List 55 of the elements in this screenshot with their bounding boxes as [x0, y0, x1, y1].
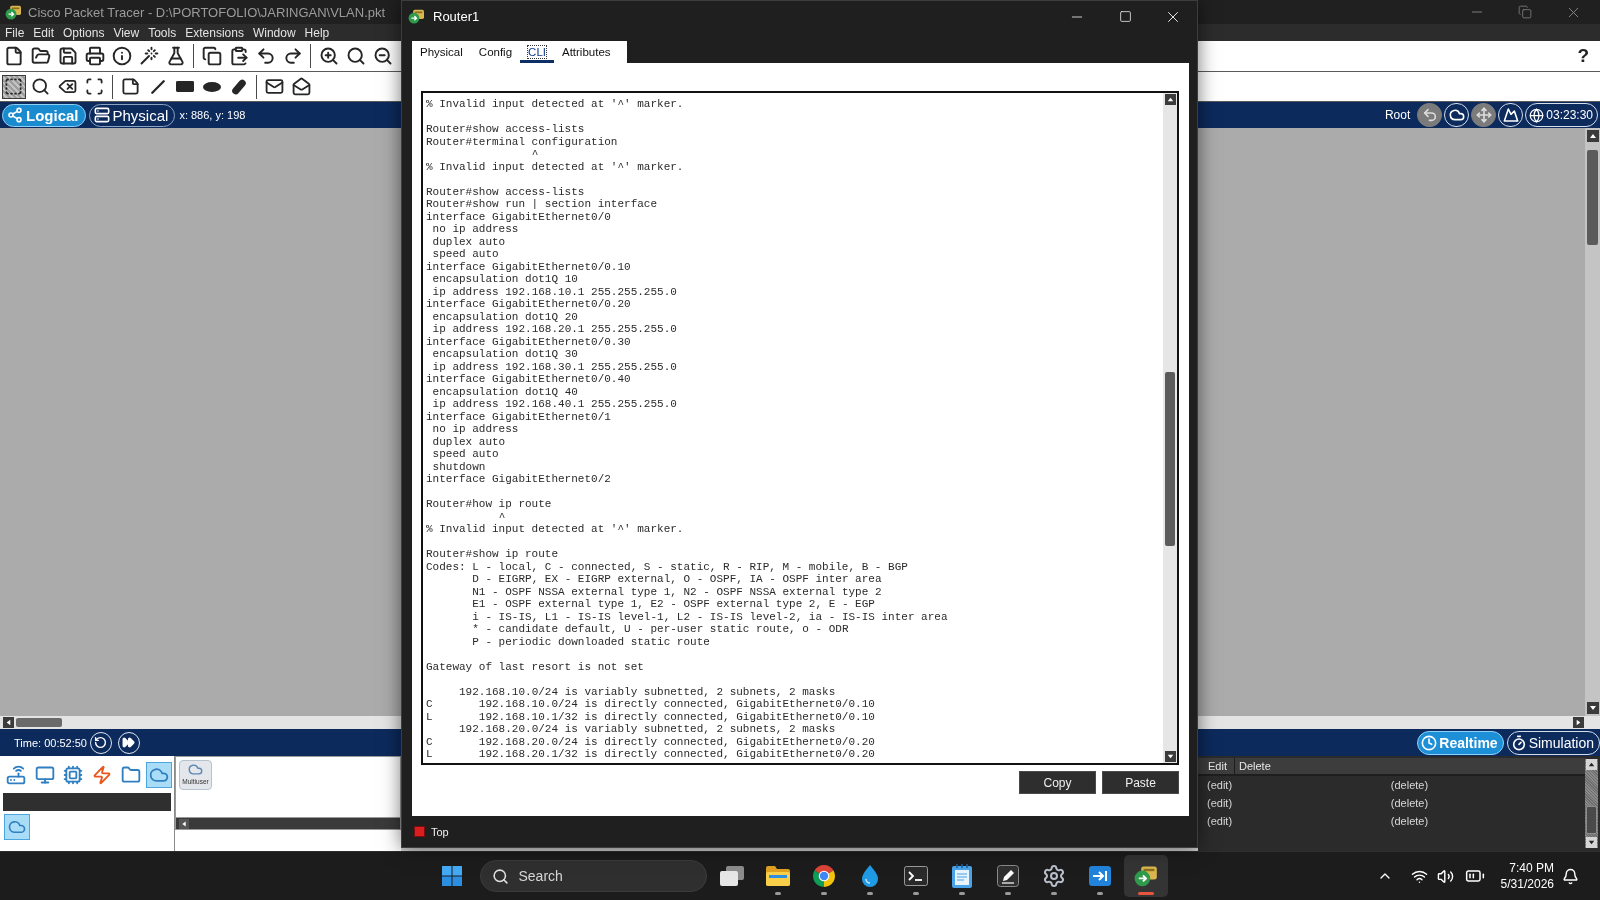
- time-label: Time: 00:52:50: [14, 736, 87, 749]
- terminal-line: C 192.168.20.0/24 is directly connected, GigabitEthernet0/0.20: [426, 735, 875, 748]
- terminal-line: encapsulation dot1Q 10: [432, 273, 578, 285]
- cursor-coordinates: x: 886, y: 198: [179, 109, 246, 121]
- terminal-line: 192.168.10.0/24 is variably subnetted, 2 subnets, 2 masks: [459, 685, 836, 698]
- clock-date: 5/31/2026: [1500, 877, 1554, 891]
- terminal-line: P - periodic downloaded static route: [472, 635, 710, 648]
- terminal-line: interface GigabitEthernet0/2: [426, 473, 611, 485]
- terminal-line: D - EIGRP, EX - EIGRP external, O - OSPF, IA - OSPF inter area: [472, 573, 882, 585]
- terminal-line: % Invalid input detected at '^' marker.: [426, 160, 684, 173]
- terminal-line: i - IS-IS, L1 - IS-IS level-1, L2 - IS-IS level-2, ia - IS-IS inter area: [472, 610, 948, 623]
- terminal-line: 192.168.20.0/24 is variably subnetted, 2 subnets, 2 masks: [459, 723, 836, 735]
- terminal-line: duplex auto: [432, 235, 506, 248]
- terminal-line: interface GigabitEthernet0/0.10: [426, 260, 631, 273]
- terminal-line: Router#show access-lists: [426, 185, 585, 198]
- terminal-line: encapsulation dot1Q 40: [432, 385, 578, 398]
- terminal-line: Codes: L - local, C - connected, S - static, R - RIP, M - mobile, B - BGP: [426, 560, 908, 573]
- terminal-line: no ip address: [432, 423, 519, 435]
- terminal-line: Router#show run | section interface: [426, 198, 658, 210]
- terminal-line: % Invalid input detected at '^' marker.: [426, 523, 684, 535]
- terminal-line: N1 - OSPF NSSA external type 1, N2 - OSPF NSSA external type 2: [472, 585, 882, 598]
- terminal-line: speed auto: [432, 448, 499, 460]
- terminal-line: L 192.168.20.1/32 is directly connected, GigabitEthernet0/0.20: [426, 748, 875, 760]
- terminal-line: shutdown: [432, 460, 486, 473]
- terminal-line: interface GigabitEthernet0/0.20: [426, 298, 631, 310]
- terminal-line: no ip address: [432, 223, 519, 235]
- terminal-line: Router#show ip route: [426, 548, 559, 560]
- terminal-line: C 192.168.10.0/24 is directly connected, GigabitEthernet0/0.10: [426, 698, 875, 710]
- terminal-line: interface GigabitEthernet0/0.30: [426, 335, 631, 348]
- terminal-line: encapsulation dot1Q 20: [432, 310, 578, 323]
- terminal-line: Router#how ip route: [426, 498, 552, 510]
- terminal-line: interface GigabitEthernet0/1: [426, 410, 611, 423]
- terminal-line: ^: [498, 510, 506, 523]
- terminal-line: * - candidate default, U - per-user static route, o - ODR: [472, 623, 849, 635]
- terminal-line: encapsulation dot1Q 30: [432, 348, 578, 360]
- terminal-line: % Invalid input detected at '^' marker.: [426, 98, 684, 110]
- clock-time: 03:23:30: [1546, 108, 1593, 122]
- terminal-line: interface GigabitEthernet0/0: [426, 210, 611, 223]
- window-title: Router1: [433, 9, 480, 24]
- terminal-line: ^: [531, 148, 539, 160]
- terminal-line: Router#terminal configuration: [426, 135, 618, 148]
- terminal-line: interface GigabitEthernet0/0.40: [426, 373, 631, 385]
- terminal-line: Router#show access-lists: [426, 123, 585, 135]
- root-label: Root: [1384, 108, 1411, 122]
- terminal-line: Gateway of last resort is not set: [426, 660, 644, 673]
- terminal-line: duplex auto: [432, 435, 506, 448]
- terminal-line: E1 - OSPF external type 1, E2 - OSPF external type 2, E - EGP: [472, 598, 875, 610]
- terminal-line: L 192.168.10.1/32 is directly connected, GigabitEthernet0/0.10: [426, 710, 875, 723]
- terminal-line: ip address 192.168.40.1 255.255.255.0: [432, 398, 677, 410]
- terminal-line: speed auto: [432, 248, 499, 260]
- terminal-line: ip address 192.168.20.1 255.255.255.0: [432, 323, 677, 335]
- window-title: Cisco Packet Tracer - D:\PORTOFOLIO\JARINGAN\VLAN.pkt: [28, 4, 386, 20]
- terminal-line: ip address 192.168.30.1 255.255.255.0: [432, 360, 677, 373]
- clock-time: 7:40 PM: [1509, 861, 1554, 875]
- terminal-line: ip address 192.168.10.1 255.255.255.0: [432, 285, 677, 298]
